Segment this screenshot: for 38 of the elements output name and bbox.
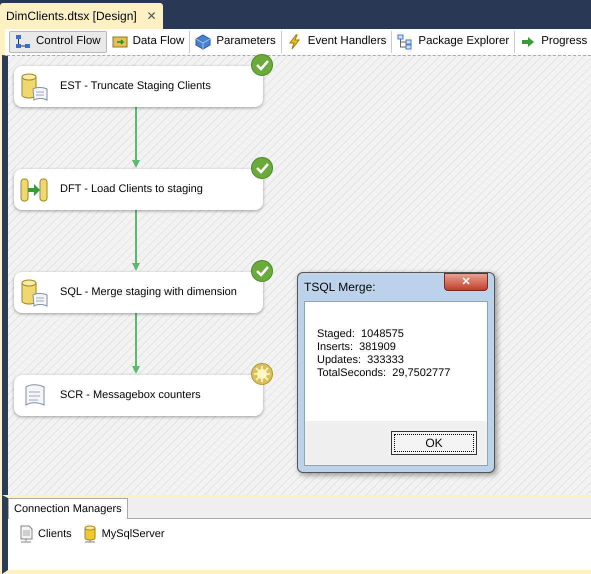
task-name: EST - Truncate Staging Clients xyxy=(60,79,211,94)
message-line: Inserts: 381909 xyxy=(317,341,397,354)
connector-arrow xyxy=(132,107,140,169)
message-line: TotalSeconds: 29,7502777 xyxy=(317,367,452,380)
task-node[interactable]: SCR - Messagebox counters xyxy=(14,375,263,416)
dialog-title: TSQL Merge: xyxy=(304,279,376,296)
task-node[interactable]: SQL - Merge staging with dimension xyxy=(14,272,263,313)
tree-icon xyxy=(397,34,414,50)
database-icon xyxy=(82,525,98,543)
connection-item[interactable]: Clients xyxy=(18,525,72,543)
designer-tab[interactable]: Parameters xyxy=(190,31,282,53)
close-button[interactable]: ✕ xyxy=(146,7,157,25)
arrow-icon xyxy=(520,34,536,50)
lightning-icon xyxy=(286,34,303,50)
message-line: Updates: 333333 xyxy=(317,354,405,367)
designer-tab[interactable]: Event Handlers xyxy=(282,31,392,53)
document-title: DimClients.dtsx [Design] xyxy=(6,8,137,25)
task-node[interactable]: EST - Truncate Staging Clients xyxy=(14,66,263,107)
connector-arrow xyxy=(132,313,140,375)
message-line: Staged: 1048575 xyxy=(317,328,405,341)
connector-arrow xyxy=(132,210,140,272)
designer-tab[interactable]: Package Explorer xyxy=(392,31,516,53)
database-script-icon xyxy=(20,278,50,308)
designer-tab[interactable]: Progress xyxy=(515,31,591,53)
cube-icon xyxy=(195,34,212,50)
connection-item[interactable]: MySqlServer xyxy=(82,525,165,543)
task-name: DFT - Load Clients to staging xyxy=(60,182,203,198)
task-node[interactable]: DFT - Load Clients to staging xyxy=(14,169,263,210)
flow-icon xyxy=(15,34,31,50)
task-name: SQL - Merge staging with dimension xyxy=(60,285,237,300)
document-tab[interactable]: DimClients.dtsx [Design] ✕ xyxy=(0,3,163,29)
designer-tab[interactable]: Data Flow xyxy=(106,31,190,53)
connection-managers-tab[interactable]: Connection Managers xyxy=(8,498,128,519)
ok-button[interactable]: OK xyxy=(391,431,477,455)
designer-tab[interactable]: Control Flow xyxy=(9,31,107,53)
database-script-icon xyxy=(20,72,50,102)
document-icon xyxy=(18,525,34,543)
task-name: SCR - Messagebox counters xyxy=(60,388,201,404)
